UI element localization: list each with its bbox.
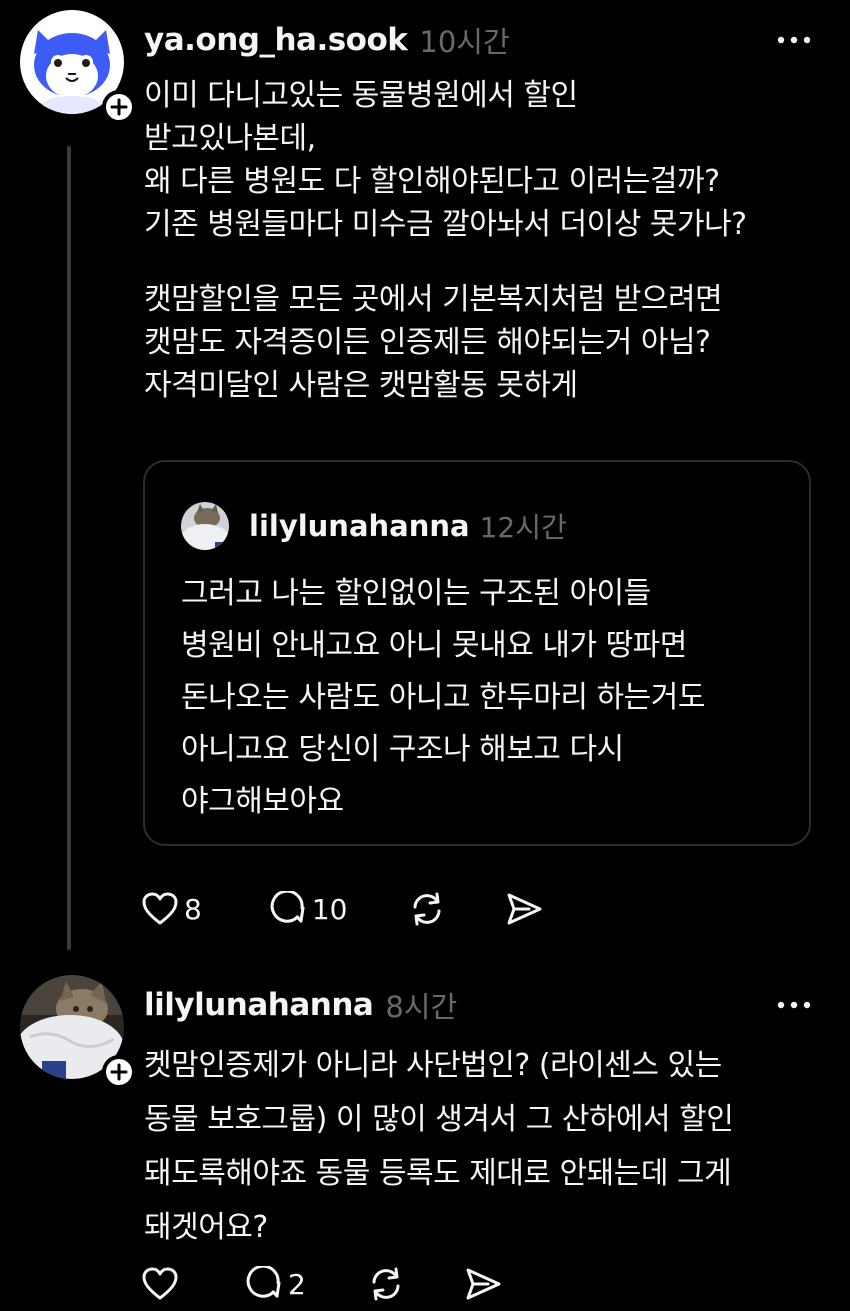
share-button[interactable]	[464, 1266, 502, 1302]
quoted-post-header: lilylunahanna 12시간	[181, 502, 567, 550]
quoted-post-body: 그러고 나는 할인없이는 구조된 아이들 병원비 안내고요 아니 못내요 내가 …	[181, 568, 705, 828]
like-button[interactable]	[142, 1267, 178, 1301]
heart-icon	[142, 1267, 178, 1300]
post-username[interactable]: ya.ong_ha.sook	[144, 22, 408, 58]
share-icon	[466, 1268, 501, 1300]
follow-plus-button[interactable]	[102, 1055, 136, 1089]
more-dots-icon	[777, 1001, 811, 1009]
repost-button[interactable]	[366, 1266, 406, 1302]
quoted-timestamp: 12시간	[479, 511, 567, 544]
body-line: 이미 다니고있는 동물병원에서 할인	[144, 78, 578, 113]
post-body: 이미 다니고있는 동물병원에서 할인 받고있나본데, 왜 다른 병원도 다 할인…	[144, 74, 747, 407]
post-timestamp: 8시간	[385, 990, 458, 1024]
author-avatar-wrap[interactable]	[20, 10, 136, 124]
body-line: 왜 다른 병원도 다 할인해야된다고 이러는걸까?	[144, 164, 720, 199]
follow-plus-button[interactable]	[102, 90, 136, 124]
quoted-username[interactable]: lilylunahanna	[249, 509, 470, 543]
body-line: 기존 병원들마다 미수금 깔아놔서 더이상 못가나?	[144, 207, 747, 242]
more-options-button[interactable]	[774, 22, 814, 58]
post-username[interactable]: lilylunahanna	[144, 987, 374, 1023]
body-line: 돼도록해야죠 동물 등록도 제대로 안돼는데 그게	[144, 1156, 732, 1191]
post-actions: 8 10	[142, 884, 581, 934]
quote-line: 야그해보아요	[181, 784, 344, 819]
body-line: 켓맘인증제가 아니라 사단법인? (라이센스 있는	[144, 1048, 722, 1083]
thread-connector-line	[67, 146, 71, 950]
body-line: 동물 보호그룹) 이 많이 생겨서 그 산하에서 할인	[144, 1102, 734, 1137]
like-button[interactable]: 8	[142, 892, 202, 926]
body-line: 캣맘도 자격증이든 인증제든 해야되는거 아님?	[144, 325, 711, 360]
post-actions: 2	[142, 1259, 540, 1309]
plus-icon	[110, 98, 128, 116]
repost-icon	[413, 892, 441, 926]
more-dots-icon	[777, 36, 811, 44]
body-line: 받고있나본데,	[144, 121, 316, 156]
reply-button[interactable]: 10	[270, 891, 348, 927]
more-options-button[interactable]	[774, 987, 814, 1023]
thread-post-1: ya.ong_ha.sook 10시간 이미 다니고있는 동물병원에서 할인 받…	[0, 10, 850, 960]
comment-icon	[246, 1266, 281, 1298]
quoted-post-card[interactable]: lilylunahanna 12시간 그러고 나는 할인없이는 구조된 아이들 …	[143, 460, 811, 846]
body-line: 돼겟어요?	[144, 1210, 268, 1245]
author-avatar-wrap[interactable]	[20, 975, 136, 1089]
repost-button[interactable]	[407, 891, 447, 927]
body-line: 캣맘할인을 모든 곳에서 기본복지처럼 받으려면	[144, 282, 723, 317]
post-header: lilylunahanna 8시간	[144, 975, 814, 1035]
post-body: 켓맘인증제가 아니라 사단법인? (라이센스 있는 동물 보호그룹) 이 많이 …	[144, 1039, 734, 1255]
quoted-avatar[interactable]	[181, 502, 229, 550]
thread-post-2: lilylunahanna 8시간 켓맘인증제가 아니라 사단법인? (라이센스…	[0, 975, 850, 1311]
share-button[interactable]	[505, 891, 543, 927]
quote-line: 아니고요 당신이 구조나 해보고 다시	[181, 732, 624, 767]
quote-line: 그러고 나는 할인없이는 구조된 아이들	[181, 576, 651, 611]
cat-photo-avatar	[181, 502, 229, 550]
plus-icon	[110, 1063, 128, 1081]
reply-count: 10	[311, 892, 348, 926]
quote-line: 병원비 안내고요 아니 못내요 내가 땅파면	[181, 628, 687, 663]
post-header: ya.ong_ha.sook 10시간	[144, 10, 814, 70]
share-icon	[507, 893, 542, 925]
reply-button[interactable]: 2	[246, 1266, 306, 1302]
heart-icon	[142, 892, 178, 925]
like-count: 8	[184, 892, 202, 926]
repost-icon	[372, 1267, 400, 1301]
post-timestamp: 10시간	[419, 25, 510, 59]
comment-icon	[270, 891, 305, 923]
quote-line: 돈나오는 사람도 아니고 한두마리 하는거도	[181, 680, 705, 715]
reply-count: 2	[288, 1267, 306, 1301]
body-line: 자격미달인 사람은 캣맘활동 못하게	[144, 368, 578, 403]
